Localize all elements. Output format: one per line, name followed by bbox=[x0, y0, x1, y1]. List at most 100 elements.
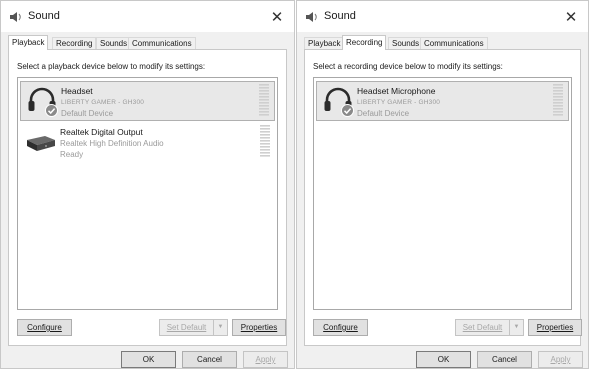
meter-segment bbox=[259, 111, 269, 113]
volume-level-meter bbox=[259, 84, 269, 116]
meter-segment bbox=[553, 105, 563, 107]
device-item-headset[interactable]: Headset LIBERTY GAMER - GH300 Default De… bbox=[20, 81, 275, 121]
tab-panel: Select a playback device below to modify… bbox=[8, 49, 287, 346]
tab-recording[interactable]: Recording bbox=[342, 35, 387, 50]
device-list[interactable]: Headset Microphone LIBERTY GAMER - GH300… bbox=[313, 77, 572, 310]
apply-button[interactable]: Apply bbox=[243, 351, 288, 368]
properties-button[interactable]: Properties bbox=[232, 319, 286, 336]
meter-segment bbox=[553, 90, 563, 92]
meter-segment bbox=[260, 155, 270, 157]
meter-segment bbox=[259, 87, 269, 89]
set-default-button[interactable]: Set Default bbox=[159, 319, 214, 336]
device-item-realtek-digital-output[interactable]: Realtek Digital Output Realtek High Defi… bbox=[20, 123, 275, 163]
configure-button[interactable]: Configure bbox=[17, 319, 72, 336]
close-button[interactable]: ✕ bbox=[554, 1, 588, 32]
chevron-down-icon: ▼ bbox=[217, 324, 224, 330]
speaker-icon bbox=[10, 12, 21, 22]
window-title: Sound bbox=[28, 10, 60, 22]
meter-segment bbox=[553, 84, 563, 86]
meter-segment bbox=[553, 102, 563, 104]
meter-segment bbox=[553, 111, 563, 113]
set-default-label: Set Default bbox=[462, 323, 503, 332]
meter-segment bbox=[553, 99, 563, 101]
title-bar[interactable]: Sound ✕ bbox=[1, 1, 294, 32]
sound-window-playback: Sound ✕ Playback Recording Sounds Commun… bbox=[0, 0, 295, 369]
meter-segment bbox=[260, 140, 270, 142]
device-description: LIBERTY GAMER - GH300 bbox=[61, 99, 145, 106]
close-button[interactable]: ✕ bbox=[260, 1, 294, 32]
device-item-headset-microphone[interactable]: Headset Microphone LIBERTY GAMER - GH300… bbox=[316, 81, 569, 121]
volume-level-meter bbox=[553, 84, 563, 116]
configure-label: Configure bbox=[323, 323, 358, 332]
tab-panel: Select a recording device below to modif… bbox=[304, 49, 582, 346]
instructions-text: Select a playback device below to modify… bbox=[17, 62, 206, 71]
digital-output-icon bbox=[27, 136, 55, 151]
configure-button[interactable]: Configure bbox=[313, 319, 368, 336]
configure-label: Configure bbox=[27, 323, 62, 332]
meter-segment bbox=[259, 96, 269, 98]
apply-button[interactable]: Apply bbox=[538, 351, 583, 368]
speaker-icon bbox=[306, 12, 317, 22]
device-text: Headset LIBERTY GAMER - GH300 Default De… bbox=[61, 86, 144, 119]
device-status: Ready bbox=[60, 150, 84, 159]
meter-segment bbox=[260, 125, 270, 127]
meter-segment bbox=[259, 84, 269, 86]
apply-label: Apply bbox=[550, 355, 571, 364]
meter-segment bbox=[260, 149, 270, 151]
device-list[interactable]: Headset LIBERTY GAMER - GH300 Default De… bbox=[17, 77, 278, 310]
sound-window-recording: Sound ✕ Playback Recording Sounds Commun… bbox=[296, 0, 589, 369]
device-status: Default Device bbox=[357, 109, 410, 118]
meter-segment bbox=[260, 131, 270, 133]
meter-segment bbox=[553, 87, 563, 89]
meter-segment bbox=[259, 102, 269, 104]
device-text: Headset Microphone LIBERTY GAMER - GH300… bbox=[357, 86, 440, 119]
tab-strip: Playback Recording Sounds Communications bbox=[304, 35, 581, 50]
meter-segment bbox=[259, 108, 269, 110]
meter-segment bbox=[260, 128, 270, 130]
properties-label: Properties bbox=[240, 323, 278, 332]
ok-button[interactable]: OK bbox=[416, 351, 471, 368]
set-default-dropdown-button[interactable]: ▼ bbox=[213, 319, 228, 336]
set-default-label: Set Default bbox=[166, 323, 207, 332]
meter-segment bbox=[553, 108, 563, 110]
close-icon: ✕ bbox=[270, 8, 284, 26]
chevron-down-icon: ▼ bbox=[513, 324, 520, 330]
cancel-button[interactable]: Cancel bbox=[477, 351, 532, 368]
device-text: Realtek Digital Output Realtek High Defi… bbox=[60, 127, 164, 160]
device-description: Realtek High Definition Audio bbox=[60, 139, 164, 148]
meter-segment bbox=[259, 99, 269, 101]
device-description: LIBERTY GAMER - GH300 bbox=[357, 99, 441, 106]
tab-strip: Playback Recording Sounds Communications bbox=[8, 35, 287, 50]
volume-level-meter bbox=[260, 125, 270, 157]
meter-segment bbox=[553, 96, 563, 98]
title-bar[interactable]: Sound ✕ bbox=[297, 1, 588, 32]
device-name: Realtek Digital Output bbox=[60, 127, 143, 137]
meter-segment bbox=[260, 134, 270, 136]
meter-segment bbox=[553, 93, 563, 95]
meter-segment bbox=[259, 90, 269, 92]
device-name: Headset Microphone bbox=[357, 86, 436, 96]
set-default-dropdown-button[interactable]: ▼ bbox=[509, 319, 524, 336]
apply-label: Apply bbox=[255, 355, 276, 364]
device-name: Headset bbox=[61, 86, 93, 96]
tab-playback[interactable]: Playback bbox=[8, 35, 49, 50]
meter-segment bbox=[260, 146, 270, 148]
meter-segment bbox=[260, 137, 270, 139]
cancel-button[interactable]: Cancel bbox=[182, 351, 237, 368]
meter-segment bbox=[553, 114, 563, 116]
close-icon: ✕ bbox=[564, 8, 578, 26]
properties-label: Properties bbox=[536, 323, 574, 332]
instructions-text: Select a recording device below to modif… bbox=[313, 62, 503, 71]
meter-segment bbox=[259, 93, 269, 95]
ok-button[interactable]: OK bbox=[121, 351, 176, 368]
meter-segment bbox=[260, 143, 270, 145]
meter-segment bbox=[259, 114, 269, 116]
device-status: Default Device bbox=[61, 109, 114, 118]
window-title: Sound bbox=[324, 10, 356, 22]
meter-segment bbox=[260, 152, 270, 154]
set-default-button[interactable]: Set Default bbox=[455, 319, 510, 336]
properties-button[interactable]: Properties bbox=[528, 319, 582, 336]
default-device-check-icon bbox=[341, 104, 354, 117]
meter-segment bbox=[259, 105, 269, 107]
default-device-check-icon bbox=[45, 104, 58, 117]
